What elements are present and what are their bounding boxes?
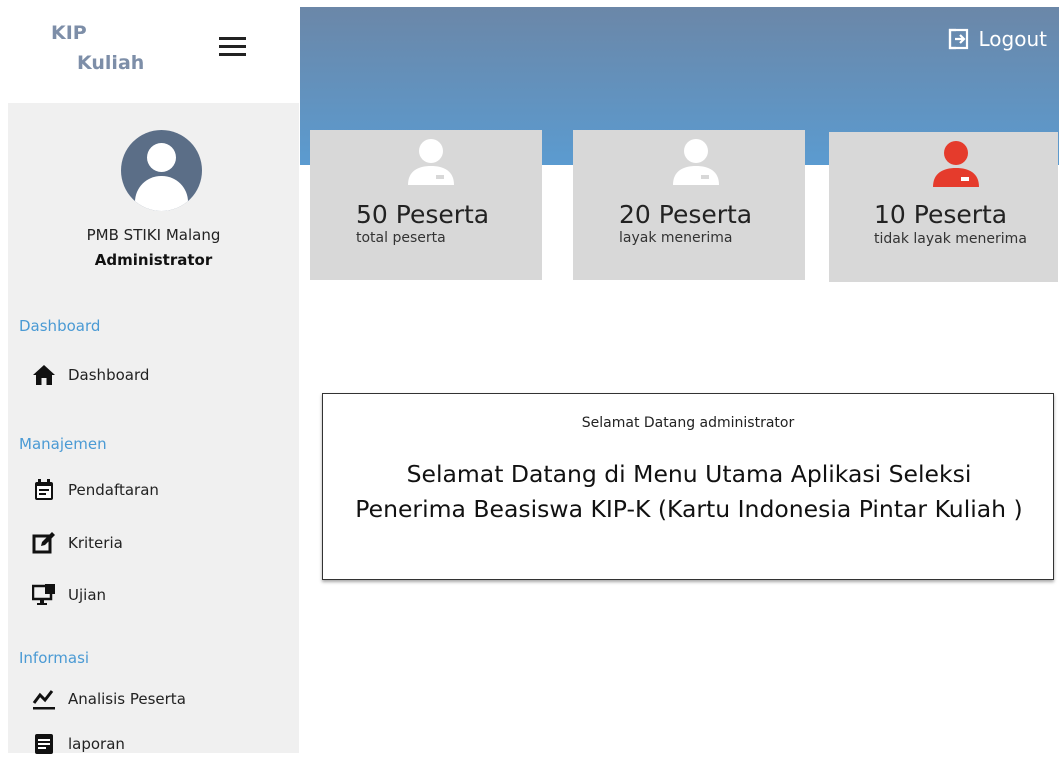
sidebar-item-label: Analisis Peserta xyxy=(68,690,186,708)
monitor-icon xyxy=(32,583,56,607)
stat-value: 10 Peserta xyxy=(874,200,1008,229)
sidebar-item-label: Kriteria xyxy=(68,534,123,552)
stat-label: layak menerima xyxy=(619,230,733,246)
brand-area: KIP Kuliah xyxy=(0,0,300,103)
sidebar: PMB STIKI Malang Administrator Dashboard… xyxy=(8,103,299,754)
stat-card-layak: 20 Peserta layak menerima xyxy=(573,130,805,280)
welcome-panel: Selamat Datang administrator Selamat Dat… xyxy=(322,393,1054,580)
sidebar-item-analisis-peserta[interactable]: Analisis Peserta xyxy=(32,686,186,712)
section-label-dashboard: Dashboard xyxy=(19,317,101,335)
user-name: PMB STIKI Malang xyxy=(86,226,221,244)
document-icon xyxy=(32,732,56,756)
stat-card-tidak-layak: 10 Peserta tidak layak menerima xyxy=(829,132,1058,282)
section-label-informasi: Informasi xyxy=(19,649,90,667)
stat-label: total peserta xyxy=(356,230,446,246)
logout-label: Logout xyxy=(978,27,1047,51)
edit-icon xyxy=(32,531,56,555)
section-label-manajemen: Manajemen xyxy=(19,435,107,453)
chart-line-icon xyxy=(32,687,56,711)
sidebar-item-kriteria[interactable]: Kriteria xyxy=(32,530,123,556)
stat-card-total: 50 Peserta total peserta xyxy=(310,130,542,280)
logout-button[interactable]: Logout xyxy=(947,27,1047,51)
sidebar-item-label: Dashboard xyxy=(68,366,150,384)
sidebar-item-label: Ujian xyxy=(68,586,107,604)
sidebar-item-label: Pendaftaran xyxy=(68,481,159,499)
brand-line-2: Kuliah xyxy=(77,52,145,74)
logout-icon xyxy=(947,27,971,51)
avatar xyxy=(121,130,202,211)
sidebar-item-laporan[interactable]: laporan xyxy=(32,731,125,757)
sidebar-item-ujian[interactable]: Ujian xyxy=(32,582,106,608)
home-icon xyxy=(32,363,56,387)
stat-value: 50 Peserta xyxy=(356,200,490,229)
stat-label: tidak layak menerima xyxy=(874,231,1027,247)
welcome-message: Selamat Datang di Menu Utama Aplikasi Se… xyxy=(355,460,1023,523)
user-role: Administrator xyxy=(94,251,213,269)
app-logo[interactable]: KIP Kuliah xyxy=(51,18,144,78)
menu-toggle-icon[interactable] xyxy=(219,37,246,57)
person-alert-icon xyxy=(931,139,981,189)
person-icon xyxy=(671,137,721,187)
sidebar-item-label: laporan xyxy=(68,735,125,753)
sidebar-item-dashboard[interactable]: Dashboard xyxy=(32,362,149,388)
brand-line-1: KIP xyxy=(51,22,87,44)
person-icon xyxy=(406,137,456,187)
sidebar-item-pendaftaran[interactable]: Pendaftaran xyxy=(32,477,159,503)
stat-value: 20 Peserta xyxy=(619,200,753,229)
calendar-icon xyxy=(32,478,56,502)
welcome-greeting: Selamat Datang administrator xyxy=(581,415,795,431)
